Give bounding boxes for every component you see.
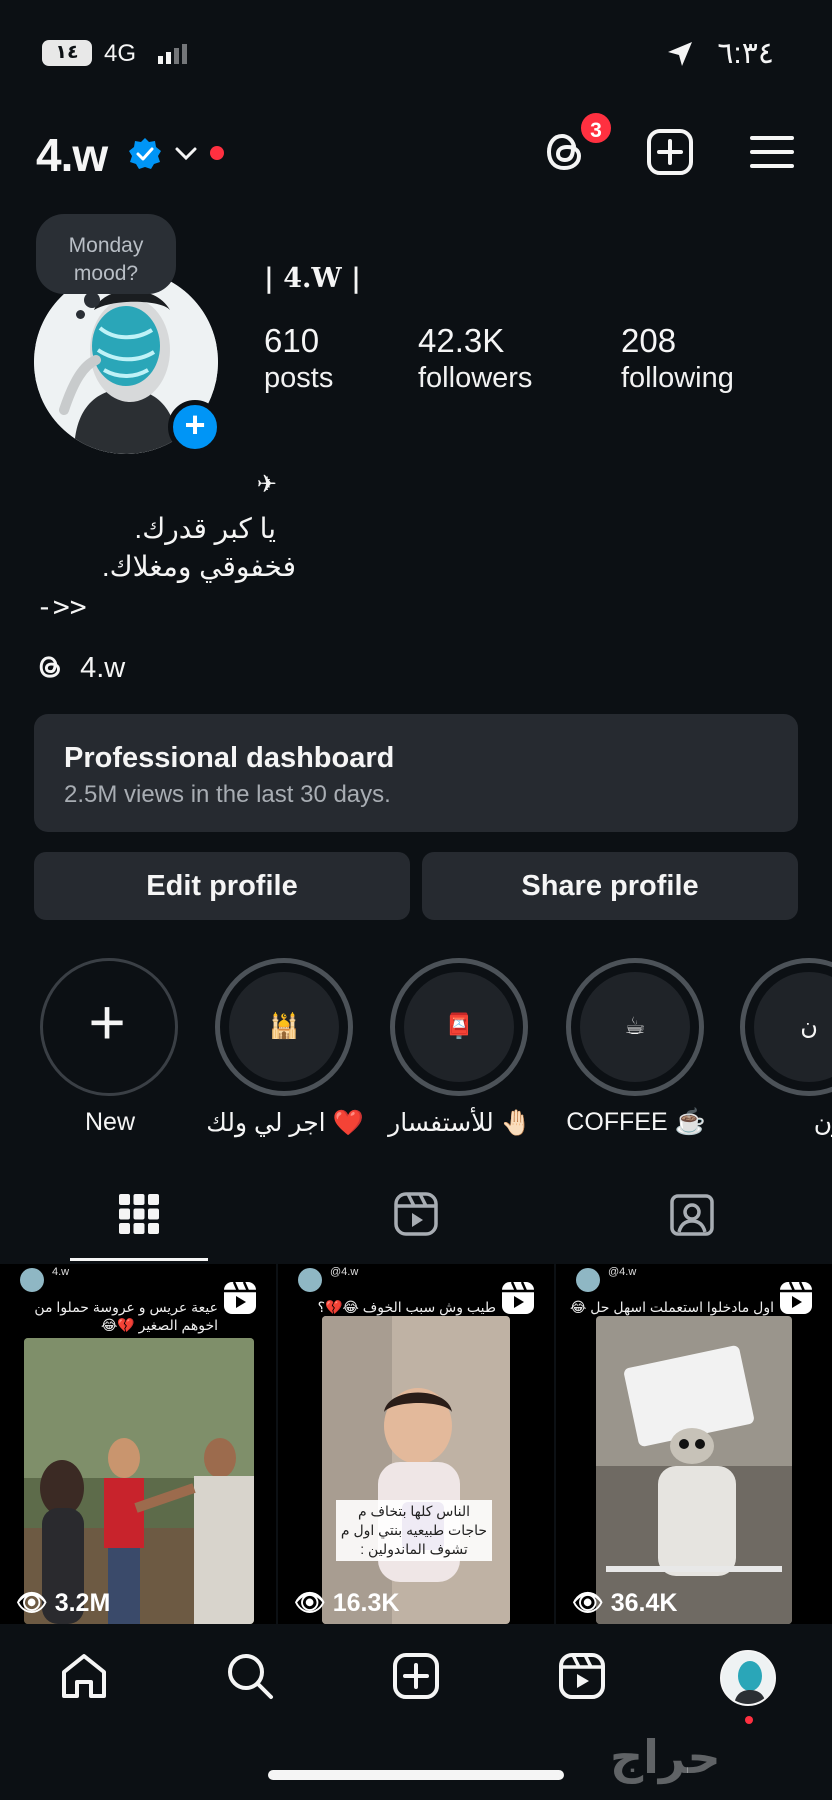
dashboard-title: Professional dashboard [64,742,395,774]
threads-handle: 4.w [80,652,126,684]
bio-line: فخفوقي ومغلاك. [101,551,296,582]
post-thumbnail [322,1316,510,1624]
threads-profile-link[interactable]: 4.w [36,652,125,685]
post-caption: طيب وش سبب الخوف 😂💔؟ [317,1299,496,1315]
mailbox-icon: 📮 [404,972,514,1082]
post-tile[interactable]: 4.w عيعة عريس و عروسة حملوا من اخوهم الص… [0,1264,276,1624]
clock: ٦:٣٤ [717,37,774,70]
reel-icon [780,1281,812,1314]
view-count-value: 16.3K [332,1589,400,1617]
chevron-down-icon[interactable] [174,144,198,164]
post-handle: @4.w [608,1266,637,1278]
reels-icon[interactable] [556,1650,608,1702]
search-icon[interactable] [224,1650,276,1702]
eye-icon: 👁 [572,1589,604,1617]
highlight-label: New [84,1108,135,1136]
create-post-icon[interactable] [390,1650,442,1702]
noon-letter-icon: ن [754,972,832,1082]
battery-indicator: ١٤ [42,40,92,66]
plus-icon: + [88,986,126,1058]
share-profile-button[interactable]: Share profile [422,852,798,920]
highlight-ring: ن [740,958,832,1096]
reel-icon [224,1281,256,1314]
note-bubble-tail-small [76,310,85,319]
verified-badge-icon [129,138,161,169]
status-bar: ١٤ 4G ٦:٣٤ [0,36,832,72]
post-tile[interactable]: @4.w اول مادخلوا استعملت اسهل حل 😂💔 👁 36… [556,1264,832,1624]
highlight-ring: 🕌 [215,958,353,1096]
highlight-new[interactable]: + New [40,958,180,1137]
note-bubble-tail [84,292,100,308]
eye-icon: 👁 [16,1589,48,1617]
bio-line: ->> [36,590,87,623]
profile-full-name: | 4.W | [264,263,361,294]
stat-label: posts [264,362,334,394]
highlight-item[interactable]: 📮 للأستفسار 🤚🏻 [388,958,532,1138]
stat-value: 610 [264,322,320,359]
post-handle: 4.w [52,1266,70,1278]
stat-label: following [621,362,734,394]
stat-value: 208 [621,322,677,359]
profile-nav-avatar[interactable] [720,1650,776,1706]
threads-icon [39,656,60,678]
profile-username[interactable]: 4.w [36,128,108,182]
highlight-ring: 📮 [390,958,528,1096]
watermark: حراج [610,1731,721,1783]
profile-notification-dot [745,1716,753,1724]
coffee-icon: ☕ [580,972,690,1082]
stat-following[interactable]: 208 following [621,322,734,395]
menu-icon[interactable] [746,126,798,178]
post-author-avatar [20,1268,44,1292]
edit-profile-button[interactable]: Edit profile [34,852,410,920]
stat-posts[interactable]: 610 posts [264,322,333,395]
post-thumbnail [24,1338,254,1624]
dashboard-subtitle: 2.5M views in the last 30 days. [64,781,391,808]
create-icon[interactable] [644,126,696,178]
profile-note[interactable]: Monday mood? [36,214,176,294]
tagged-tab-icon[interactable] [668,1190,716,1238]
highlight-item[interactable]: ☕ COFFEE ☕️ [566,958,706,1137]
threads-notification-badge: 3 [578,110,614,146]
highlight-ring: + [40,958,178,1096]
post-author-avatar [576,1268,600,1292]
mosque-icon: 🕌 [229,972,339,1082]
bio-symbol: ✈︎ [256,471,277,498]
eye-icon: 👁 [294,1589,326,1617]
highlight-label: نون ❤️ [813,1109,832,1137]
video-subtitle: الناس كلها بتخاف م حاجات طبيعيه بنتي اول… [336,1500,492,1561]
post-caption: عيعة عريس و عروسة حملوا من اخوهم الصغير … [34,1299,218,1333]
view-count-value: 36.4K [610,1589,678,1617]
highlight-item-partial[interactable]: ن نون ❤️ [740,958,832,1158]
bio-line: يا كبر قدرك. [134,513,276,544]
view-count: 👁 16.3K [294,1589,399,1618]
location-arrow-icon [668,42,692,66]
view-count-value: 3.2M [54,1589,111,1617]
post-thumbnail [596,1316,792,1624]
highlight-ring: ☕ [566,958,704,1096]
highlight-item[interactable]: 🕌 اجر لي ولك ❤️ [206,958,364,1138]
signal-icon [158,44,187,64]
highlight-label: اجر لي ولك ❤️ [206,1109,364,1137]
professional-dashboard[interactable]: Professional dashboard 2.5M views in the… [34,714,798,832]
reels-tab-icon[interactable] [392,1190,440,1238]
add-story-button[interactable]: + [168,400,222,454]
home-icon[interactable] [58,1650,110,1702]
stat-value: 42.3K [418,322,505,359]
stat-followers[interactable]: 42.3K followers [418,322,532,395]
account-notification-dot [210,146,224,160]
highlight-label: COFFEE ☕️ [566,1108,706,1136]
stat-label: followers [418,362,533,394]
network-type: 4G [104,40,137,67]
view-count: 👁 3.2M [16,1589,110,1618]
post-handle: @4.w [330,1266,359,1278]
highlight-label: للأستفسار 🤚🏻 [388,1109,532,1137]
active-tab-indicator [70,1258,208,1261]
post-author-avatar [298,1268,322,1292]
home-indicator[interactable] [268,1770,564,1780]
post-tile[interactable]: @4.w طيب وش سبب الخوف 😂💔؟ الناس كلها بتخ… [278,1264,554,1624]
reel-icon [502,1281,534,1314]
view-count: 👁 36.4K [572,1589,677,1618]
grid-icon[interactable] [115,1190,163,1238]
